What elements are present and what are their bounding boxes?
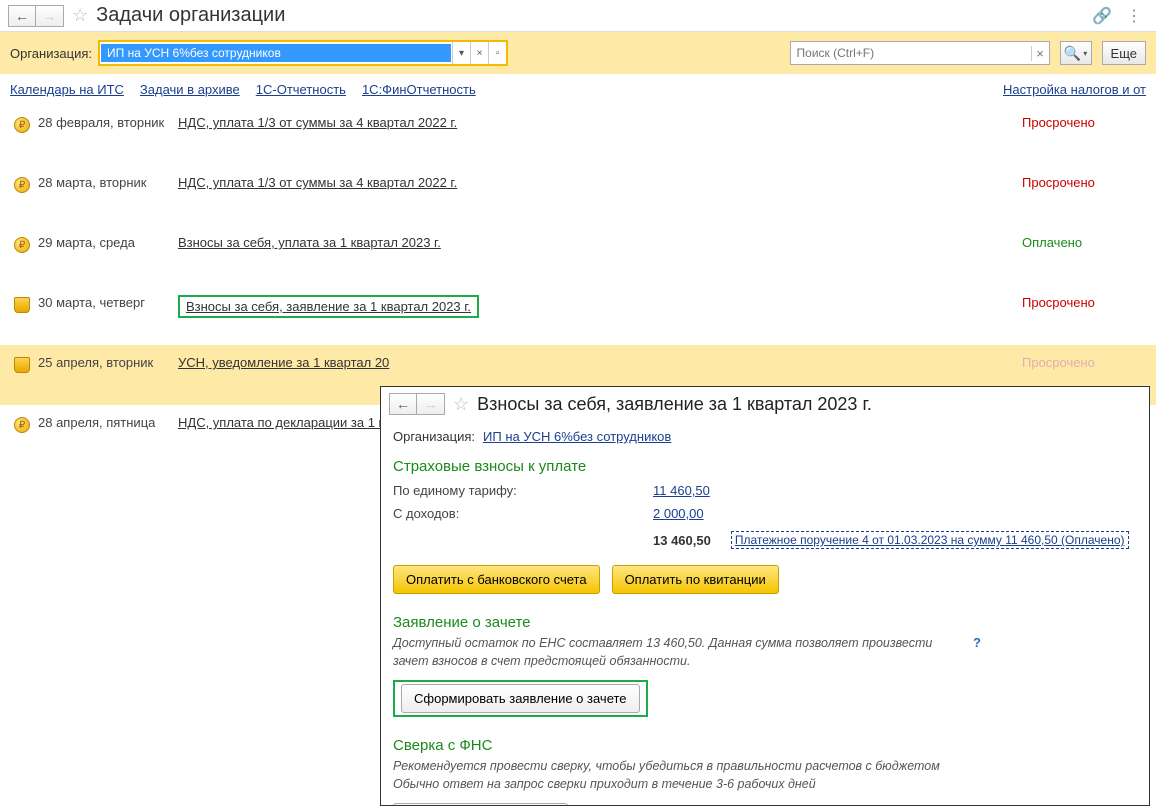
org-select-value: ИП на УСН 6%без сотрудников — [101, 44, 451, 62]
org-label: Организация: — [10, 46, 92, 61]
link-its[interactable]: Календарь на ИТС — [10, 82, 124, 97]
task-date: 30 марта, четверг — [38, 295, 178, 310]
task-link[interactable]: Взносы за себя, уплата за 1 квартал 2023… — [178, 235, 441, 250]
nav-back-button[interactable]: ← — [8, 5, 36, 27]
task-status: Просрочено — [1022, 175, 1142, 190]
link-1c-finreport[interactable]: 1С:ФинОтчетность — [362, 82, 476, 97]
link-taxes-settings[interactable]: Настройка налогов и от — [1003, 82, 1146, 97]
detail-header: ← → ☆ Взносы за себя, заявление за 1 ква… — [381, 391, 1149, 421]
page-title: Задачи организации — [96, 4, 285, 27]
row-income-value[interactable]: 2 000,00 — [653, 506, 704, 521]
link-archive[interactable]: Задачи в архиве — [140, 82, 240, 97]
section-offset: Заявление о зачете — [393, 604, 1137, 635]
row-tariff-label: По единому тарифу: — [393, 483, 653, 498]
org-select-dropdown-icon[interactable]: ▾ — [452, 42, 470, 64]
link-icon[interactable]: 🔗 — [1092, 6, 1112, 26]
filter-bar: Организация: ИП на УСН 6%без сотрудников… — [0, 32, 1156, 74]
task-link[interactable]: НДС, уплата 1/3 от суммы за 4 квартал 20… — [178, 175, 457, 190]
task-status: Оплачено — [1022, 235, 1142, 250]
task-link[interactable]: УСН, уведомление за 1 квартал 20 — [178, 355, 389, 370]
page-header: ← → ☆ Задачи организации 🔗 ⋮ — [0, 0, 1156, 32]
org-select[interactable]: ИП на УСН 6%без сотрудников ▾ × ▫ — [98, 40, 508, 66]
more-vert-icon[interactable]: ⋮ — [1126, 6, 1142, 26]
shield-icon — [14, 357, 30, 373]
task-status: Просрочено — [1022, 295, 1142, 310]
task-row[interactable]: ₽ 28 марта, вторник НДС, уплата 1/3 от с… — [0, 165, 1156, 225]
task-row[interactable]: ₽ 28 февраля, вторник НДС, уплата 1/3 от… — [0, 105, 1156, 165]
org-select-clear-icon[interactable]: × — [470, 42, 488, 64]
more-button[interactable]: Еще — [1102, 41, 1146, 65]
detail-org-label: Организация: — [393, 429, 475, 444]
shield-icon — [14, 297, 30, 313]
row-income-label: С доходов: — [393, 506, 653, 521]
search-clear-icon[interactable]: × — [1031, 46, 1049, 61]
search-box: × — [790, 41, 1050, 65]
detail-org-link[interactable]: ИП на УСН 6%без сотрудников — [483, 429, 671, 444]
task-link[interactable]: НДС, уплата по декларации за 1 к — [178, 415, 384, 430]
request-fns-button[interactable]: Запросить сверку с ФНС — [393, 803, 568, 806]
task-date: 25 апреля, вторник — [38, 355, 178, 370]
coin-icon: ₽ — [14, 177, 30, 193]
nav-forward-button[interactable]: → — [36, 5, 64, 27]
detail-nav-back-button[interactable]: ← — [389, 393, 417, 415]
favorite-star-icon[interactable]: ☆ — [72, 5, 88, 26]
detail-title: Взносы за себя, заявление за 1 квартал 2… — [477, 394, 872, 415]
coin-icon: ₽ — [14, 417, 30, 433]
task-status: Просрочено — [1022, 115, 1142, 130]
search-button[interactable]: 🔍 ▾ — [1060, 41, 1092, 65]
task-status: Просрочено — [1022, 355, 1142, 370]
help-icon[interactable]: ? — [973, 635, 981, 650]
pay-receipt-button[interactable]: Оплатить по квитанции — [612, 565, 779, 594]
coin-icon: ₽ — [14, 117, 30, 133]
task-date: 29 марта, среда — [38, 235, 178, 250]
link-1c-report[interactable]: 1С-Отчетность — [256, 82, 346, 97]
row-tariff-value[interactable]: 11 460,50 — [653, 483, 710, 498]
task-date: 28 марта, вторник — [38, 175, 178, 190]
task-row[interactable]: ₽ 29 марта, среда Взносы за себя, уплата… — [0, 225, 1156, 285]
task-link[interactable]: Взносы за себя, заявление за 1 квартал 2… — [186, 299, 471, 314]
task-date: 28 февраля, вторник — [38, 115, 178, 130]
fns-note-2: Обычно ответ на запрос сверки приходит в… — [393, 776, 1137, 794]
search-dropdown-icon[interactable]: ▾ — [1083, 49, 1087, 58]
create-offset-button[interactable]: Сформировать заявление о зачете — [401, 684, 640, 713]
detail-favorite-star-icon[interactable]: ☆ — [453, 394, 469, 415]
magnifier-icon: 🔍 — [1064, 45, 1081, 62]
detail-panel: ← → ☆ Взносы за себя, заявление за 1 ква… — [380, 386, 1150, 806]
task-link[interactable]: НДС, уплата 1/3 от суммы за 4 квартал 20… — [178, 115, 457, 130]
task-date: 28 апреля, пятница — [38, 415, 178, 430]
pay-bank-button[interactable]: Оплатить с банковского счета — [393, 565, 600, 594]
coin-icon: ₽ — [14, 237, 30, 253]
detail-nav-forward-button[interactable]: → — [417, 393, 445, 415]
offset-note: Доступный остаток по ЕНС составляет 13 4… — [393, 635, 953, 670]
search-input[interactable] — [791, 44, 1031, 62]
fns-note-1: Рекомендуется провести сверку, чтобы убе… — [393, 758, 1137, 776]
payment-order-link[interactable]: Платежное поручение 4 от 01.03.2023 на с… — [731, 531, 1129, 549]
links-bar: Календарь на ИТС Задачи в архиве 1С-Отче… — [0, 74, 1156, 105]
task-row[interactable]: 30 марта, четверг Взносы за себя, заявле… — [0, 285, 1156, 345]
section-fns: Сверка с ФНС — [393, 727, 1137, 758]
org-select-open-icon[interactable]: ▫ — [488, 42, 506, 64]
total-amount: 13 460,50 — [653, 533, 711, 548]
section-contributions: Страховые взносы к уплате — [393, 448, 1137, 479]
